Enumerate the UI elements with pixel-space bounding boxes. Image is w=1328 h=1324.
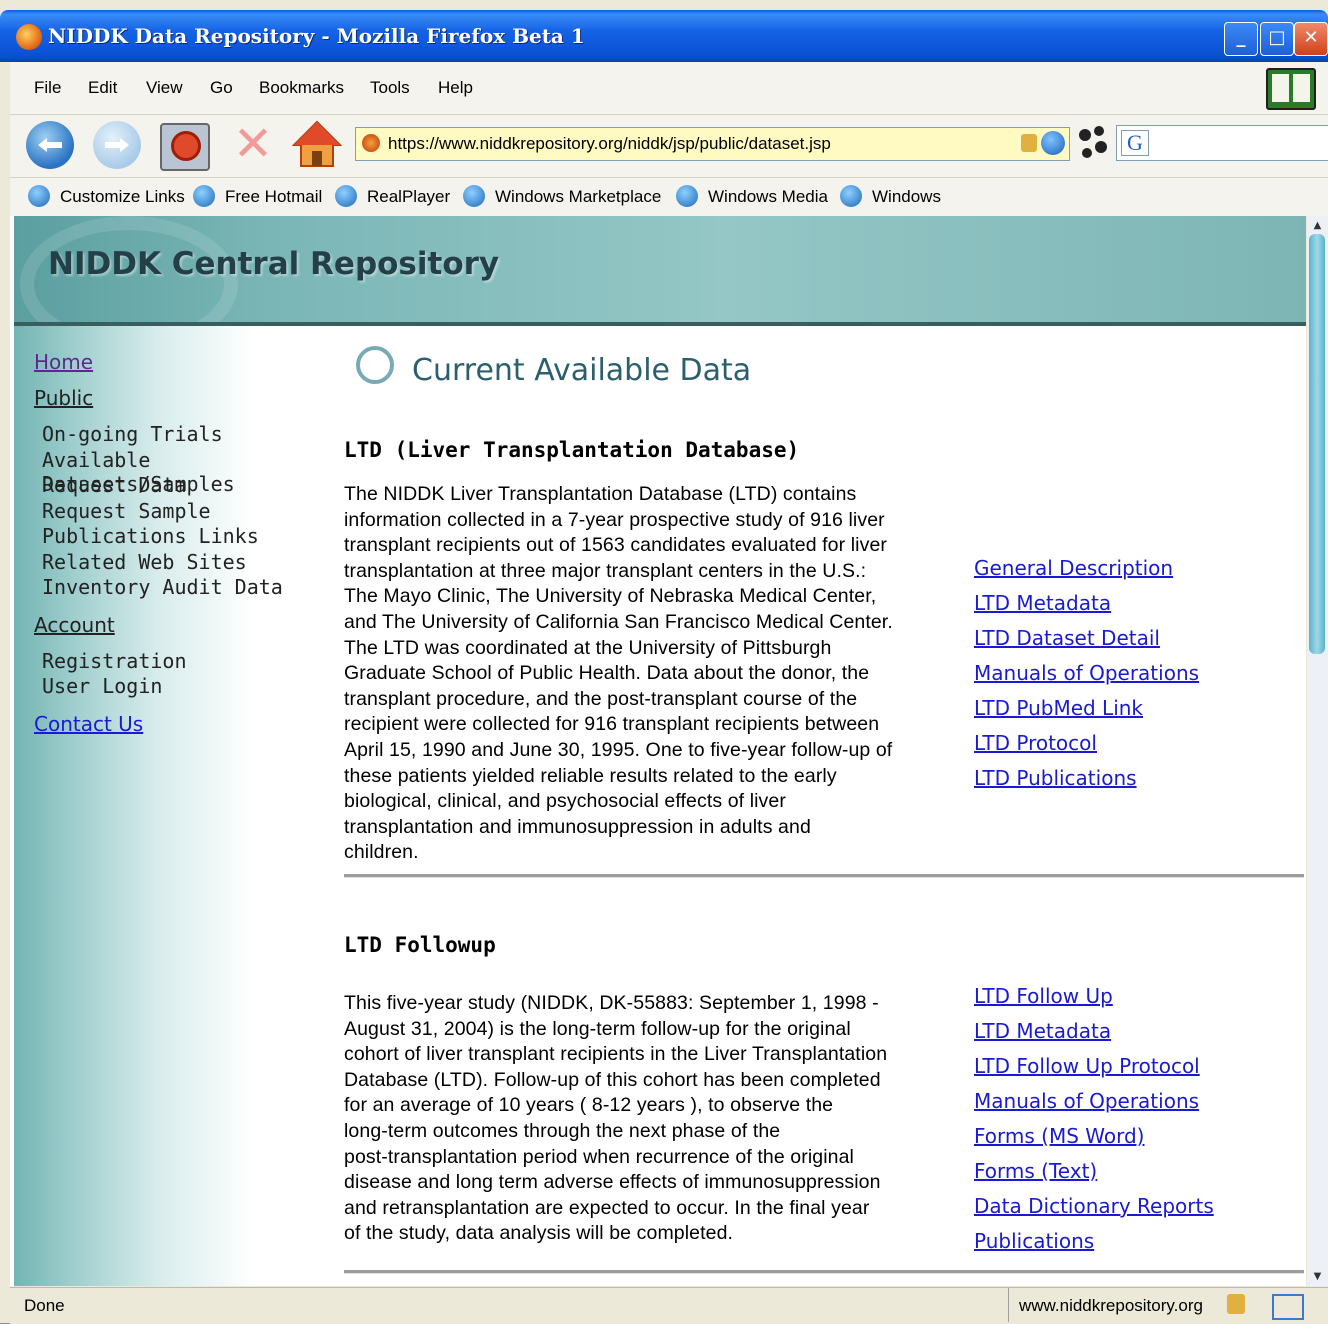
menu-edit[interactable]: Edit <box>88 78 117 98</box>
menu-bookmarks[interactable]: Bookmarks <box>259 78 344 98</box>
vertical-scrollbar[interactable]: ▲ ▼ <box>1307 216 1328 1286</box>
status-host: www.niddkrepository.org <box>1019 1296 1203 1315</box>
link-globe-icon <box>840 185 862 207</box>
search-box[interactable]: G <box>1116 125 1328 161</box>
minimize-button[interactable]: _ <box>1224 22 1258 56</box>
niddk-logo-icon <box>356 346 394 384</box>
link-ltd-metadata-2[interactable]: LTD Metadata <box>974 1019 1111 1043</box>
page-viewport: NIDDK Central Repository Home Public On-… <box>10 216 1306 1286</box>
title-bar: NIDDK Data Repository - Mozilla Firefox … <box>0 10 1328 62</box>
link-customize-links[interactable]: Customize Links <box>28 185 185 207</box>
book-icon[interactable] <box>1266 68 1316 110</box>
link-windows-media[interactable]: Windows Media <box>676 185 828 207</box>
home-icon[interactable] <box>292 119 342 169</box>
link-data-dictionary-reports[interactable]: Data Dictionary Reports <box>974 1194 1214 1218</box>
go-button-icon[interactable] <box>1041 131 1065 155</box>
stop-button[interactable]: ✕ <box>232 120 274 168</box>
sidebar-item-inventory-audit[interactable]: Inventory Audit Data <box>42 575 283 599</box>
sidebar-item-related-web-sites[interactable]: Related Web Sites <box>42 550 247 574</box>
close-button[interactable]: ✕ <box>1294 22 1328 56</box>
sidebar-item-request-data[interactable]: Request Data <box>42 473 187 497</box>
site-banner: NIDDK Central Repository <box>14 216 1306 352</box>
navigation-toolbar: ✕ https://www.niddkrepository.org/niddk/… <box>10 115 1328 178</box>
sidebar-item-ongoing-trials[interactable]: On-going Trials <box>42 422 223 446</box>
link-manuals-of-operations[interactable]: Manuals of Operations <box>974 661 1199 685</box>
link-ltd-follow-up[interactable]: LTD Follow Up <box>974 984 1113 1008</box>
menu-file[interactable]: File <box>34 78 61 98</box>
link-ltd-metadata[interactable]: LTD Metadata <box>974 591 1111 615</box>
address-bar[interactable]: https://www.niddkrepository.org/niddk/js… <box>355 127 1070 161</box>
sidebar-heading-account[interactable]: Account <box>34 613 115 637</box>
link-windows-marketplace[interactable]: Windows Marketplace <box>463 185 661 207</box>
sidebar-item-registration[interactable]: Registration <box>42 649 187 673</box>
realplayer-icon <box>335 185 357 207</box>
firefox-icon <box>16 24 42 50</box>
section-heading-ltd: LTD (Liver Transplantation Database) <box>344 438 800 462</box>
sidebar-item-publications-links[interactable]: Publications Links <box>42 524 259 548</box>
sidebar-nav: Home Public On-going Trials Available Da… <box>14 326 334 1286</box>
link-free-hotmail[interactable]: Free Hotmail <box>193 185 322 207</box>
menu-help[interactable]: Help <box>438 78 473 98</box>
google-search-icon[interactable]: G <box>1121 130 1149 156</box>
section-divider <box>344 1270 1304 1274</box>
link-globe-icon <box>193 185 215 207</box>
throbber-icon <box>1079 126 1107 158</box>
menu-go[interactable]: Go <box>210 78 233 98</box>
reload-button[interactable] <box>160 123 210 171</box>
back-button[interactable] <box>26 121 74 169</box>
section-description-ltd-followup: This five-year study (NIDDK, DK-55883: S… <box>344 992 888 1245</box>
scroll-up-arrow-icon[interactable]: ▲ <box>1309 220 1326 231</box>
sidebar-link-home[interactable]: Home <box>34 350 93 374</box>
status-text: Done <box>24 1296 65 1315</box>
link-ltd-publications[interactable]: LTD Publications <box>974 766 1137 790</box>
secure-lock-icon[interactable] <box>1227 1294 1245 1314</box>
link-publications[interactable]: Publications <box>974 1229 1094 1253</box>
link-ltd-follow-up-protocol[interactable]: LTD Follow Up Protocol <box>974 1054 1200 1078</box>
menu-tools[interactable]: Tools <box>370 78 410 98</box>
forward-arrow-icon <box>105 138 129 152</box>
link-forms-text[interactable]: Forms (Text) <box>974 1159 1097 1183</box>
sidebar-item-user-login[interactable]: User Login <box>42 674 162 698</box>
sidebar-item-request-sample[interactable]: Request Sample <box>42 499 211 523</box>
favicon-icon <box>362 134 380 152</box>
window-icon <box>1272 1294 1304 1320</box>
link-globe-icon <box>28 185 50 207</box>
section-description-ltd: The NIDDK Liver Transplantation Database… <box>344 483 893 864</box>
reload-icon <box>171 131 201 161</box>
page-title: Current Available Data <box>356 346 751 388</box>
browser-window: NIDDK Data Repository - Mozilla Firefox … <box>0 0 1328 1324</box>
window-title: NIDDK Data Repository - Mozilla Firefox … <box>48 24 585 48</box>
link-realplayer[interactable]: RealPlayer <box>335 185 450 207</box>
lock-icon <box>1021 134 1037 152</box>
sidebar-link-contact-us[interactable]: Contact Us <box>34 712 143 736</box>
address-input[interactable]: https://www.niddkrepository.org/niddk/js… <box>388 134 831 154</box>
link-globe-icon <box>676 185 698 207</box>
section-heading-ltd-followup: LTD Followup <box>344 933 496 957</box>
forward-button[interactable] <box>93 121 141 169</box>
link-ltd-dataset-detail[interactable]: LTD Dataset Detail <box>974 626 1160 650</box>
sidebar-heading-public[interactable]: Public <box>34 386 93 410</box>
back-arrow-icon <box>38 138 62 152</box>
menu-bar: File Edit View Go Bookmarks Tools Help <box>10 62 1328 115</box>
status-host-panel: www.niddkrepository.org <box>1008 1288 1261 1322</box>
main-content: Current Available Data LTD (Liver Transp… <box>344 326 1306 1286</box>
link-forms-ms-word[interactable]: Forms (MS Word) <box>974 1124 1144 1148</box>
link-windows[interactable]: Windows <box>840 185 941 207</box>
scrollbar-thumb[interactable] <box>1309 234 1325 654</box>
status-bar: Done www.niddkrepository.org <box>10 1287 1328 1324</box>
site-title: NIDDK Central Repository <box>48 246 500 282</box>
link-ltd-protocol[interactable]: LTD Protocol <box>974 731 1097 755</box>
menu-view[interactable]: View <box>146 78 183 98</box>
maximize-button[interactable]: □ <box>1260 22 1294 56</box>
link-general-description[interactable]: General Description <box>974 556 1173 580</box>
link-globe-icon <box>463 185 485 207</box>
scroll-down-arrow-icon[interactable]: ▼ <box>1309 1271 1326 1282</box>
links-toolbar: Customize Links Free Hotmail RealPlayer … <box>10 178 1328 216</box>
section-divider <box>344 874 1304 878</box>
link-ltd-pubmed[interactable]: LTD PubMed Link <box>974 696 1143 720</box>
link-manuals-of-operations-2[interactable]: Manuals of Operations <box>974 1089 1199 1113</box>
